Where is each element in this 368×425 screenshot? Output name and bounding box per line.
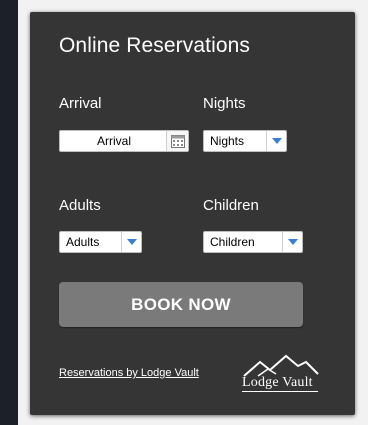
- arrival-label: Arrival: [59, 95, 102, 112]
- chevron-down-icon[interactable]: [282, 232, 302, 252]
- adults-select-value: Adults: [66, 235, 100, 249]
- arrival-date-input[interactable]: Arrival: [59, 130, 189, 152]
- adults-select[interactable]: Adults: [59, 231, 142, 253]
- reservations-by-link[interactable]: Reservations by Lodge Vault: [59, 367, 199, 379]
- children-label: Children: [203, 197, 259, 214]
- chevron-down-icon[interactable]: [266, 131, 286, 151]
- arrival-date-value: Arrival: [96, 134, 131, 148]
- book-now-button[interactable]: BOOK NOW: [59, 282, 303, 327]
- logo-underline: [242, 391, 318, 392]
- lodge-vault-logo[interactable]: Lodge Vault: [240, 352, 322, 396]
- nights-label: Nights: [203, 95, 246, 112]
- children-select-value: Children: [210, 235, 255, 249]
- children-select[interactable]: Children: [203, 231, 303, 253]
- nights-select[interactable]: Nights: [203, 130, 287, 152]
- widget-title: Online Reservations: [59, 34, 250, 57]
- adults-label: Adults: [59, 197, 101, 214]
- reservation-widget: Online Reservations Arrival Nights Arriv…: [30, 12, 355, 415]
- calendar-icon[interactable]: [166, 131, 188, 151]
- logo-text: Lodge Vault: [242, 375, 313, 390]
- chevron-down-icon[interactable]: [121, 232, 141, 252]
- nights-select-value: Nights: [210, 134, 245, 148]
